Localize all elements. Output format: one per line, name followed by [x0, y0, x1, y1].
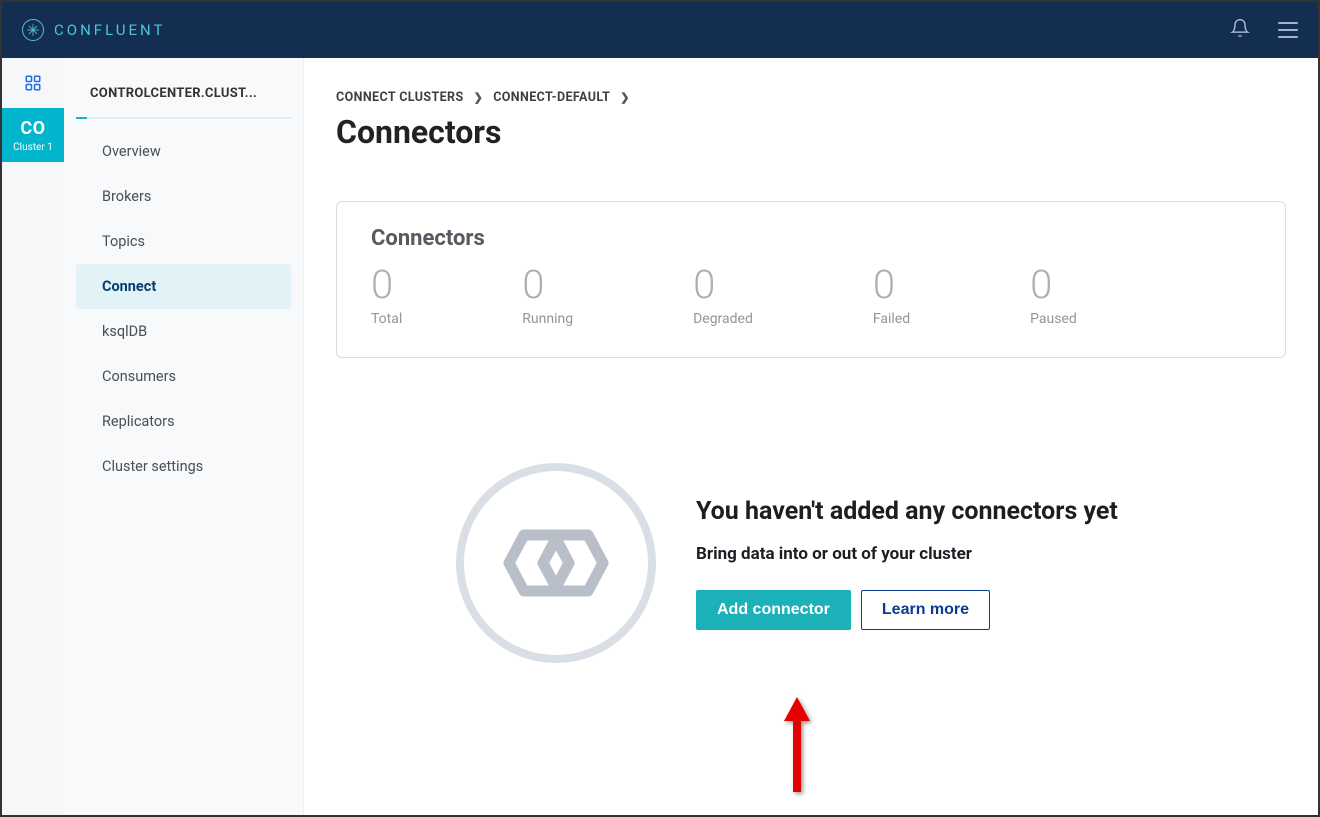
- page-title: Connectors: [336, 113, 1286, 151]
- card-title: Connectors: [371, 226, 1251, 251]
- stat-value: 0: [693, 265, 753, 305]
- sidebar-item-topics[interactable]: Topics: [76, 219, 291, 264]
- sidebar-item-consumers[interactable]: Consumers: [76, 354, 291, 399]
- sidebar-item-overview[interactable]: Overview: [76, 129, 291, 174]
- chevron-right-icon: ❯: [620, 91, 630, 104]
- sidebar-title: CONTROLCENTER.CLUST...: [90, 86, 277, 101]
- learn-more-button[interactable]: Learn more: [861, 590, 990, 630]
- stat-value: 0: [371, 265, 402, 305]
- sidebar-item-replicators[interactable]: Replicators: [76, 399, 291, 444]
- breadcrumb-current[interactable]: CONNECT-DEFAULT: [493, 90, 610, 105]
- header-actions: [1230, 18, 1298, 42]
- brand-text: CONFLUENT: [54, 21, 165, 39]
- empty-state-illustration: [456, 463, 656, 663]
- empty-state: You haven't added any connectors yet Bri…: [456, 463, 1286, 663]
- empty-state-heading: You haven't added any connectors yet: [696, 497, 1118, 526]
- rail-cluster-tile[interactable]: CO Cluster 1: [2, 108, 64, 162]
- sidebar-item-ksqldb[interactable]: ksqlDB: [76, 309, 291, 354]
- stat-value: 0: [522, 265, 573, 305]
- stat-degraded: 0 Degraded: [693, 265, 753, 327]
- sidebar-item-brokers[interactable]: Brokers: [76, 174, 291, 219]
- brand-logo[interactable]: CONFLUENT: [22, 19, 165, 41]
- chevron-right-icon: ❯: [474, 91, 484, 104]
- stat-label: Failed: [873, 311, 910, 327]
- confluent-logo-icon: [22, 19, 44, 41]
- stat-label: Running: [522, 311, 573, 327]
- stat-failed: 0 Failed: [873, 265, 910, 327]
- stat-label: Total: [371, 311, 402, 327]
- stat-value: 0: [873, 265, 910, 305]
- empty-state-subheading: Bring data into or out of your cluster: [696, 544, 1118, 564]
- main-content: CONNECT CLUSTERS ❯ CONNECT-DEFAULT ❯ Con…: [304, 58, 1318, 815]
- stat-value: 0: [1030, 265, 1077, 305]
- stat-total: 0 Total: [371, 265, 402, 327]
- stat-running: 0 Running: [522, 265, 573, 327]
- stat-label: Degraded: [693, 311, 753, 327]
- add-connector-button[interactable]: Add connector: [696, 590, 851, 630]
- cluster-name: Cluster 1: [2, 142, 64, 154]
- sidebar-item-connect[interactable]: Connect: [76, 264, 291, 309]
- left-rail: CO Cluster 1: [2, 58, 64, 815]
- cluster-abbrev: CO: [2, 118, 64, 140]
- breadcrumb-root[interactable]: CONNECT CLUSTERS: [336, 90, 464, 105]
- sidebar-divider: [76, 117, 291, 119]
- connector-link-icon: [491, 513, 621, 613]
- stats-card: Connectors 0 Total 0 Running 0 Degraded …: [336, 201, 1286, 358]
- stat-paused: 0 Paused: [1030, 265, 1077, 327]
- stat-label: Paused: [1030, 311, 1077, 327]
- app-header: CONFLUENT: [2, 2, 1318, 58]
- sidebar-item-cluster-settings[interactable]: Cluster settings: [76, 444, 291, 489]
- hamburger-menu-icon[interactable]: [1278, 22, 1298, 38]
- breadcrumb: CONNECT CLUSTERS ❯ CONNECT-DEFAULT ❯: [336, 90, 1286, 105]
- sidebar: CONTROLCENTER.CLUST... Overview Brokers …: [64, 58, 304, 815]
- dashboard-grid-icon[interactable]: [2, 58, 64, 108]
- notifications-icon[interactable]: [1230, 18, 1250, 42]
